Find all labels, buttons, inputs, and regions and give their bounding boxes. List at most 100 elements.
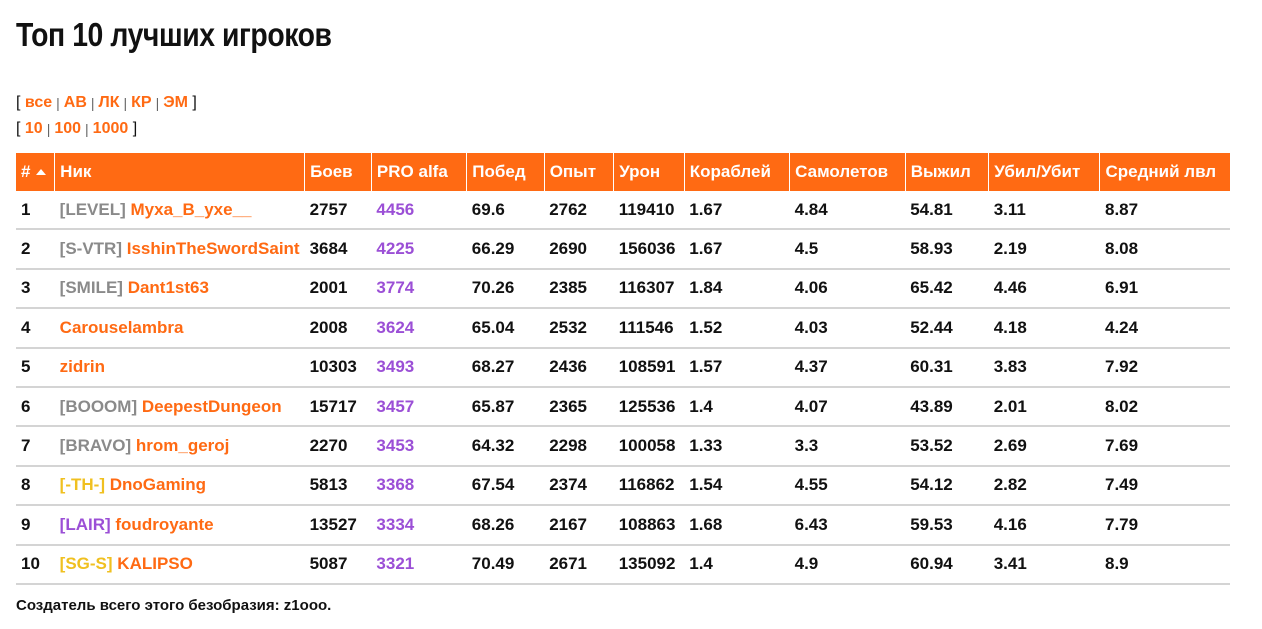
- table-row: 3 [SMILE] Dant1st63 2001 3774 70.26 2385 11630…: [16, 268, 1230, 310]
- cell-pro: 4456: [371, 191, 467, 231]
- count-1000-link[interactable]: 1000: [93, 116, 129, 142]
- filters: [ все | АВ | ЛК | КР | ЭМ ] [ 10 | 100 |…: [16, 90, 197, 142]
- table-row: 4 Carouselambra 2008 3624 65.04 2532 111546 1.5…: [16, 308, 1230, 349]
- clan-tag-link[interactable]: [LAIR]: [60, 515, 111, 534]
- cell-exp: 2365: [544, 386, 614, 428]
- cell-exp: 2762: [544, 191, 614, 231]
- col-header-wins[interactable]: Побед: [466, 153, 545, 191]
- cell-battles: 5087: [304, 544, 372, 585]
- cell-battles: 13527: [304, 505, 372, 546]
- col-header-planes[interactable]: Самолетов: [789, 153, 906, 191]
- bracket-close: ]: [187, 94, 197, 111]
- cell-battles: 2008: [304, 308, 372, 349]
- count-10-link[interactable]: 10: [25, 116, 43, 142]
- bracket-open: [: [16, 94, 25, 111]
- clan-tag-link[interactable]: [LEVEL]: [60, 200, 126, 219]
- filter-em-link[interactable]: ЭМ: [163, 90, 188, 116]
- cell-damage: 156036: [613, 229, 685, 270]
- separator: |: [155, 95, 160, 111]
- cell-pro: 3321: [371, 544, 467, 585]
- clan-tag-link[interactable]: [BOOOM]: [60, 397, 137, 416]
- clan-tag-link[interactable]: [BRAVO]: [60, 436, 131, 455]
- cell-pro: 4225: [371, 229, 467, 270]
- table-row: 5 zidrin 10303 3493 68.27 2436 108591 1.57 4.37 6…: [16, 347, 1230, 388]
- col-header-battles[interactable]: Боев: [304, 153, 372, 191]
- col-header-rank-label: #: [21, 162, 31, 181]
- cell-wins: 65.87: [466, 386, 545, 428]
- cell-rank: 1: [16, 191, 55, 231]
- separator: |: [56, 95, 60, 111]
- cell-player: [LAIR] foudroyante: [54, 505, 305, 546]
- col-header-nick[interactable]: Ник: [54, 153, 305, 191]
- cell-battles: 2001: [304, 268, 372, 310]
- clan-tag-link[interactable]: [SG-S]: [60, 554, 113, 573]
- separator: |: [85, 121, 89, 137]
- cell-rank: 10: [16, 544, 55, 585]
- cell-survived: 60.31: [905, 347, 989, 388]
- clan-tag-link[interactable]: [S-VTR]: [60, 239, 122, 258]
- cell-damage: 108591: [613, 347, 685, 388]
- player-nick-link[interactable]: IsshinTheSwordSaint: [127, 239, 300, 258]
- sort-ascending-icon: [36, 169, 47, 175]
- cell-ships: 1.54: [684, 465, 790, 507]
- cell-player: [LEVEL] Myxa_B_yxe__: [54, 191, 305, 231]
- cell-player: Carouselambra: [54, 308, 305, 349]
- col-header-pro[interactable]: PRO alfa: [370, 153, 467, 191]
- clan-tag-link[interactable]: [-TH-]: [60, 475, 105, 494]
- cell-planes: 4.5: [789, 229, 906, 270]
- type-filter-row: [ все | АВ | ЛК | КР | ЭМ ]: [16, 90, 197, 116]
- col-header-rank[interactable]: #: [16, 153, 55, 191]
- filter-lk-link[interactable]: ЛК: [99, 90, 120, 116]
- table-body: 1 [LEVEL] Myxa_B_yxe__ 2757 4456 69.6 2762 119…: [16, 191, 1230, 585]
- cell-exp: 2436: [544, 347, 614, 388]
- player-nick-link[interactable]: foudroyante: [115, 515, 213, 534]
- cell-ships: 1.67: [684, 229, 790, 270]
- cell-planes: 3.3: [789, 426, 906, 467]
- cell-kd: 4.46: [988, 268, 1100, 310]
- player-nick-link[interactable]: hrom_geroj: [136, 436, 230, 455]
- player-nick-link[interactable]: zidrin: [60, 357, 105, 376]
- count-filter-row: [ 10 | 100 | 1000 ]: [16, 116, 197, 142]
- cell-damage: 116862: [613, 465, 685, 507]
- cell-player: [S-VTR] IsshinTheSwordSaint: [54, 229, 305, 270]
- cell-planes: 4.55: [789, 465, 906, 507]
- cell-wins: 70.26: [466, 268, 545, 310]
- cell-ships: 1.84: [684, 268, 790, 310]
- player-nick-link[interactable]: DeepestDungeon: [142, 397, 282, 416]
- cell-planes: 4.37: [789, 347, 906, 388]
- cell-exp: 2385: [544, 268, 614, 310]
- filter-kr-link[interactable]: КР: [131, 90, 151, 116]
- cell-pro: 3368: [371, 465, 467, 507]
- cell-exp: 2374: [544, 465, 614, 507]
- col-header-damage[interactable]: Урон: [613, 153, 685, 191]
- player-nick-link[interactable]: DnoGaming: [110, 475, 206, 494]
- col-header-kd[interactable]: Убил/Убит: [988, 153, 1100, 191]
- cell-survived: 65.42: [905, 268, 989, 310]
- cell-ships: 1.4: [684, 386, 790, 428]
- col-header-survived[interactable]: Выжил: [904, 153, 989, 191]
- clan-tag-link[interactable]: [SMILE]: [60, 278, 123, 297]
- cell-survived: 58.93: [905, 229, 989, 270]
- cell-rank: 6: [16, 386, 55, 428]
- filter-av-link[interactable]: АВ: [64, 90, 87, 116]
- player-nick-link[interactable]: Myxa_B_yxe__: [131, 200, 252, 219]
- count-100-link[interactable]: 100: [54, 116, 81, 142]
- player-nick-link[interactable]: Carouselambra: [60, 318, 184, 337]
- separator: |: [46, 121, 51, 137]
- cell-kd: 2.82: [988, 465, 1100, 507]
- cell-wins: 68.27: [466, 347, 545, 388]
- col-header-avg-level[interactable]: Средний лвл: [1099, 153, 1230, 191]
- filter-all-link[interactable]: все: [25, 90, 52, 116]
- cell-ships: 1.57: [684, 347, 790, 388]
- col-header-exp[interactable]: Опыт: [543, 153, 614, 191]
- cell-battles: 2757: [304, 191, 372, 231]
- player-nick-link[interactable]: KALIPSO: [117, 554, 193, 573]
- col-header-ships[interactable]: Кораблей: [683, 153, 790, 191]
- cell-avg-level: 8.9: [1099, 544, 1230, 585]
- page-title: Топ 10 лучших игроков: [16, 16, 332, 53]
- cell-survived: 59.53: [905, 505, 989, 546]
- cell-player: [SMILE] Dant1st63: [54, 268, 305, 310]
- cell-battles: 3684: [304, 229, 372, 270]
- player-nick-link[interactable]: Dant1st63: [128, 278, 209, 297]
- cell-rank: 8: [16, 465, 55, 507]
